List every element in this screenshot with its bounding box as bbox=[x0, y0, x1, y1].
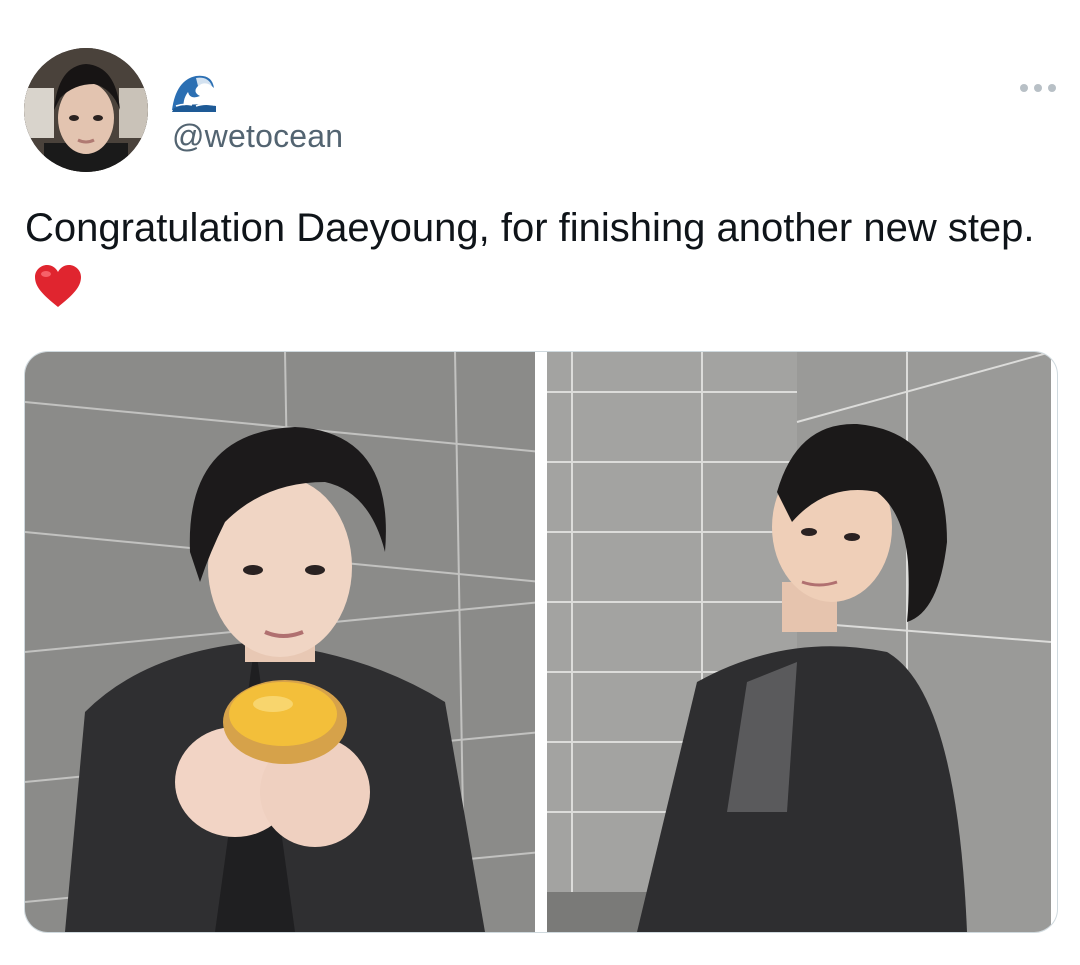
photo-person-leaning-on-wall[interactable] bbox=[547, 352, 1057, 932]
more-dot bbox=[1034, 84, 1042, 92]
display-name[interactable] bbox=[170, 70, 218, 112]
tweet-text-container: Congratulation Daeyoung, for finishing a… bbox=[25, 198, 1035, 318]
media-grid bbox=[24, 351, 1058, 933]
photo-person-holding-egg-tart[interactable] bbox=[25, 352, 535, 932]
red-heart-icon bbox=[35, 265, 81, 307]
more-dot bbox=[1020, 84, 1028, 92]
tweet-text: Congratulation Daeyoung, for finishing a… bbox=[25, 206, 1035, 250]
avatar[interactable] bbox=[24, 48, 148, 172]
user-handle[interactable]: @wetocean bbox=[172, 118, 343, 155]
more-horizontal-icon[interactable] bbox=[1020, 84, 1056, 92]
more-dot bbox=[1048, 84, 1056, 92]
water-wave-icon bbox=[170, 70, 218, 112]
tweet-card: @wetocean Congratulation Daeyoung, for f… bbox=[0, 0, 1080, 965]
